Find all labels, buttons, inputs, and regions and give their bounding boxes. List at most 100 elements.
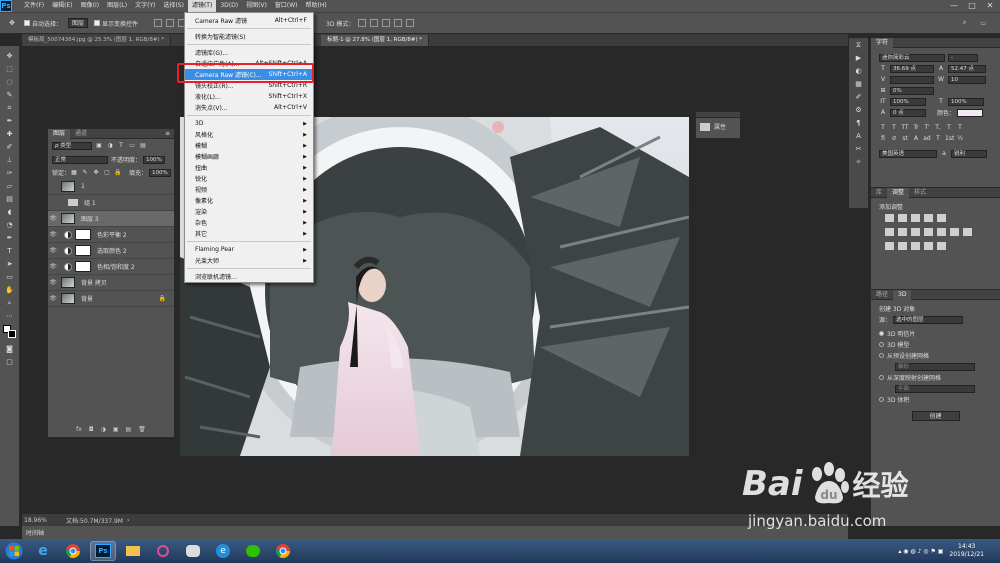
blur-tool-icon[interactable]: ◖ — [4, 206, 16, 218]
layer-thumbnail[interactable] — [61, 213, 75, 224]
layers-footer-button[interactable]: ◘ — [89, 426, 94, 433]
restore-button[interactable]: □ — [964, 0, 980, 12]
curves-icon[interactable] — [911, 214, 920, 222]
path-select-tool-icon[interactable]: ➤ — [4, 258, 16, 270]
font-size-field[interactable]: 36.69 点 — [890, 64, 934, 73]
filter-menu-item[interactable]: 其它 ▶ — [185, 228, 313, 239]
layers-footer-button[interactable]: ◑ — [101, 426, 106, 433]
radio-preset-mesh[interactable] — [879, 353, 884, 358]
visibility-eye-icon[interactable]: 👁 — [48, 263, 58, 270]
filter-menu-item[interactable]: 滤镜库(G)... — [185, 47, 313, 58]
lock-paint-icon[interactable]: ✎ — [81, 169, 89, 177]
kerning-field[interactable] — [890, 75, 934, 84]
type-style-button[interactable]: T' — [923, 124, 931, 132]
menu-8[interactable]: 视图(V) — [242, 0, 271, 12]
source-select[interactable]: 选中的图层 — [893, 315, 964, 324]
color-lookup-icon[interactable] — [963, 228, 972, 236]
lasso-tool-icon[interactable]: ◌ — [4, 76, 16, 88]
font-style-select[interactable]: - — [948, 53, 978, 62]
lock-all-icon[interactable]: 🔒 — [114, 169, 122, 177]
layer-mask-thumb[interactable] — [75, 261, 91, 272]
visibility-eye-icon[interactable]: 👁 — [48, 247, 58, 254]
crop-tool-icon[interactable]: ⌗ — [4, 102, 16, 114]
align-icon[interactable] — [166, 19, 175, 27]
3d-pan-icon[interactable] — [382, 19, 391, 27]
zoom-tool-icon[interactable]: ⌕ — [4, 297, 16, 309]
filter-menu-item[interactable]: 3D ▶ — [185, 118, 313, 129]
visibility-eye-icon[interactable]: 👁 — [48, 279, 58, 286]
panel-menu-icon[interactable]: ≡ — [165, 130, 170, 137]
taskbar-ie[interactable]: e — [30, 541, 56, 561]
filter-menu-item[interactable]: 渲染 ▶ — [185, 206, 313, 217]
brush-tool-icon[interactable]: ✐ — [4, 141, 16, 153]
history-brush-tool-icon[interactable]: ✑ — [4, 167, 16, 179]
selective-color-icon[interactable] — [924, 242, 933, 250]
type-style-button[interactable]: TT — [901, 124, 909, 132]
layer-row[interactable]: 👁 选取颜色 2 — [48, 243, 174, 259]
tab-document-1[interactable]: 模板局_50074364.jpg @ 25.3% (图层 1, RGB/8#) … — [22, 35, 172, 46]
lock-artboard-icon[interactable]: ▢ — [103, 169, 111, 177]
opentype-t1-icon[interactable]: T — [934, 135, 942, 143]
opentype-st-icon[interactable]: st — [901, 135, 909, 143]
option-postcard[interactable]: 3D 明信片 — [871, 328, 1000, 339]
layer-row[interactable]: 👁 背景 拷贝 — [48, 275, 174, 291]
layer-thumbnail[interactable] — [61, 293, 75, 304]
radio-volume[interactable] — [879, 397, 884, 402]
menu-4[interactable]: 文字(Y) — [131, 0, 159, 12]
opentype-1st-icon[interactable]: 1st — [945, 135, 954, 143]
layers-footer-button[interactable]: ▣ — [113, 426, 119, 433]
eraser-tool-icon[interactable]: ▱ — [4, 180, 16, 192]
filter-menu-item[interactable]: 转换为智能滤镜(S) — [185, 31, 313, 42]
layer-mask-thumb[interactable] — [75, 229, 91, 240]
3d-slide-icon[interactable] — [394, 19, 403, 27]
depth-map-select[interactable]: 平面 — [895, 384, 975, 393]
antialias-select[interactable]: 锐利 — [951, 149, 987, 158]
posterize-icon[interactable] — [898, 242, 907, 250]
filter-menu-item[interactable]: Camera Raw 滤镜 Alt+Ctrl+F — [185, 15, 313, 26]
taskbar-chrome2[interactable] — [270, 541, 296, 561]
menu-1[interactable]: 编辑(E) — [48, 0, 76, 12]
tab-character[interactable]: 字符 — [871, 37, 894, 48]
tab-3d[interactable]: 3D — [893, 289, 912, 300]
layer-row[interactable]: 👁 色彩平衡 2 — [48, 227, 174, 243]
visibility-eye-icon[interactable]: 👁 — [48, 295, 58, 302]
close-button[interactable]: ✕ — [982, 0, 998, 12]
opentype-fi-icon[interactable]: fi — [879, 135, 887, 143]
eyedropper-tool-icon[interactable]: ✒ — [4, 115, 16, 127]
layer-row[interactable]: 👁 图层 3 — [48, 211, 174, 227]
actions-icon[interactable]: ▶ — [853, 52, 865, 64]
type-style-button[interactable]: T, — [934, 124, 942, 132]
search-icon[interactable]: ⌕ — [963, 19, 966, 27]
opentype-a-icon[interactable]: A — [912, 135, 920, 143]
filter-adjust-icon[interactable]: ◑ — [106, 142, 114, 150]
invert-icon[interactable] — [885, 242, 894, 250]
menu-3[interactable]: 图层(L) — [103, 0, 131, 12]
menu-7[interactable]: 3D(D) — [216, 0, 242, 12]
tsume-field[interactable]: 0% — [890, 86, 934, 95]
vibrance-icon[interactable] — [885, 228, 894, 236]
3d-rotate-icon[interactable] — [358, 19, 367, 27]
radio-depth-map[interactable] — [879, 375, 884, 380]
text-color-swatch[interactable] — [957, 108, 984, 117]
taskbar-app5[interactable] — [150, 541, 176, 561]
filter-menu-item[interactable]: 锐化 ▶ — [185, 173, 313, 184]
tab-paths[interactable]: 路径 — [871, 290, 893, 300]
tab-libraries[interactable]: 库 — [871, 188, 887, 198]
filter-menu-item[interactable]: 模糊 ▶ — [185, 140, 313, 151]
paragraph-icon[interactable]: ¶ — [853, 117, 865, 129]
type-tool-icon[interactable]: T — [4, 245, 16, 257]
layer-mask-thumb[interactable] — [75, 245, 91, 256]
type-style-button[interactable]: T — [956, 124, 964, 132]
taskbar-app7[interactable]: e — [210, 541, 236, 561]
menu-2[interactable]: 图像(I) — [77, 0, 103, 12]
layers-footer-button[interactable]: ▤ — [126, 426, 132, 433]
filter-menu-item[interactable]: 风格化 ▶ — [185, 129, 313, 140]
status-arrow-icon[interactable]: › — [127, 517, 129, 524]
vertical-scale-field[interactable]: 100% — [890, 97, 926, 106]
show-transform-checkbox[interactable] — [94, 20, 101, 26]
font-family-select[interactable]: 迷你简彩云 — [879, 53, 945, 62]
menu-6[interactable]: 滤镜(T) — [187, 0, 217, 12]
taskbar-photoshop[interactable]: Ps — [90, 541, 116, 561]
quick-mask-icon[interactable]: ◙ — [4, 343, 16, 355]
option-depth-map[interactable]: 从深度映射创建网格 — [871, 372, 1000, 383]
